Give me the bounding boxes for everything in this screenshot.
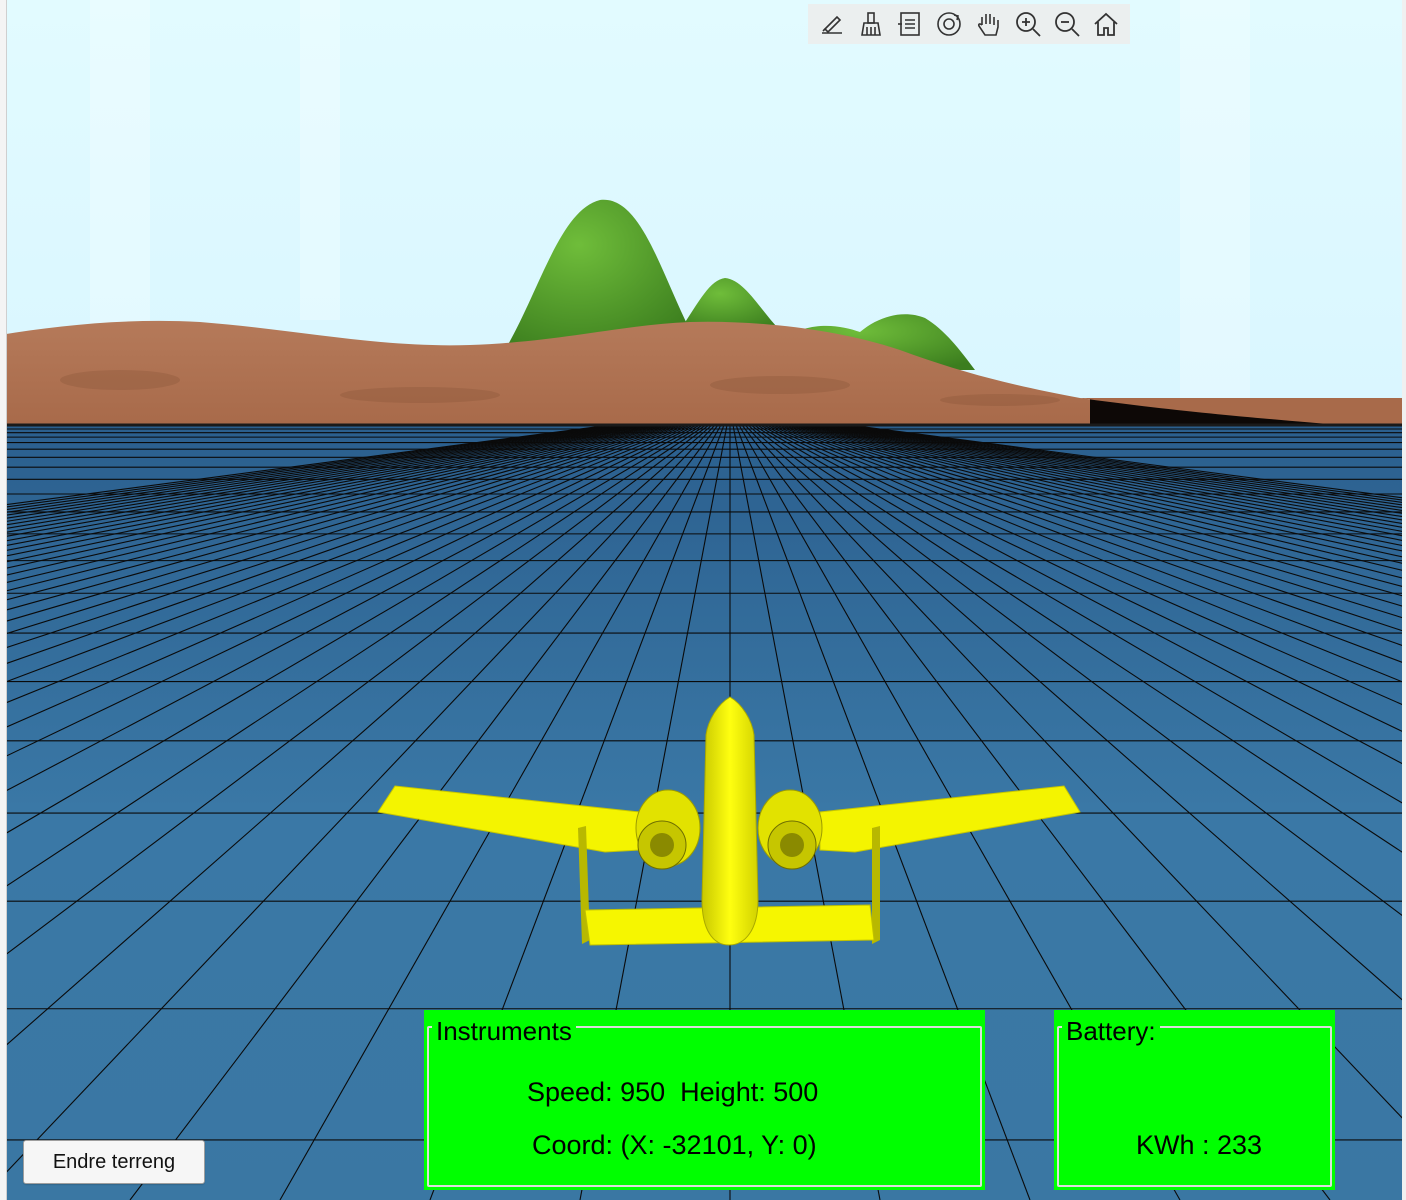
clean-icon[interactable] bbox=[854, 7, 888, 41]
height-value: 500 bbox=[773, 1077, 819, 1107]
home-icon[interactable] bbox=[1089, 7, 1123, 41]
coord-readout: Coord: (X: -32101, Y: 0) bbox=[532, 1130, 817, 1160]
battery-panel: Battery: KWh : 233 bbox=[1054, 1010, 1335, 1190]
axes-toolbar bbox=[808, 4, 1130, 44]
battery-title: Battery: bbox=[1062, 1016, 1160, 1046]
height-label: Height: bbox=[680, 1077, 766, 1107]
battery-frame bbox=[1057, 1026, 1332, 1187]
pan-hand-icon[interactable] bbox=[972, 7, 1006, 41]
instruments-title: Instruments bbox=[432, 1016, 576, 1046]
rotate-3d-icon[interactable] bbox=[932, 7, 966, 41]
window-left-edge bbox=[0, 0, 7, 1200]
brush-data-icon[interactable] bbox=[815, 7, 849, 41]
instruments-panel: Instruments Speed: 950 Height: 500 Coord… bbox=[424, 1010, 985, 1190]
kwh-readout: KWh : 233 bbox=[1136, 1130, 1263, 1160]
speed-height-readout: Speed: 950 Height: 500 bbox=[527, 1077, 818, 1108]
speed-value: 950 bbox=[620, 1077, 666, 1107]
right-fin bbox=[872, 826, 880, 944]
zoom-in-icon[interactable] bbox=[1011, 7, 1045, 41]
change-terrain-button[interactable]: Endre terreng bbox=[23, 1140, 205, 1184]
fuselage bbox=[701, 696, 759, 946]
speed-label: Speed: bbox=[527, 1077, 613, 1107]
window-right-edge bbox=[1402, 0, 1406, 1200]
zoom-out-icon[interactable] bbox=[1050, 7, 1084, 41]
legend-icon[interactable] bbox=[893, 7, 927, 41]
